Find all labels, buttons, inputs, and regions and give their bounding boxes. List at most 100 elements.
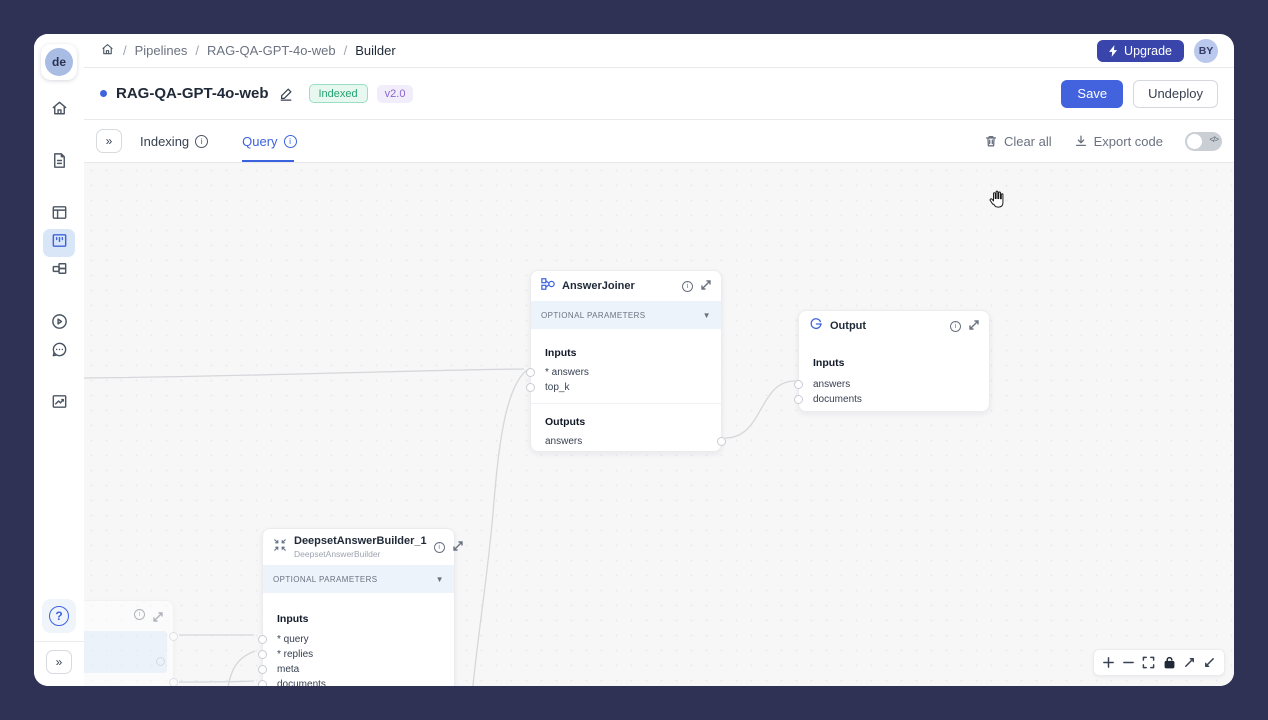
collapse-diagonal-icon xyxy=(1183,656,1196,669)
tab-bar: » Indexing i Query i Clear all Export co… xyxy=(84,120,1234,163)
version-badge[interactable]: v2.0 xyxy=(377,85,414,103)
node-answer-joiner[interactable]: AnswerJoiner i OPTIONAL PARAMETERS ▼ Inp… xyxy=(530,270,722,452)
sidebar-item-blocks[interactable] xyxy=(43,257,75,285)
sidebar-item-chat[interactable] xyxy=(43,338,75,366)
output-row: answers xyxy=(531,434,721,449)
input-label: * query xyxy=(277,634,309,645)
info-icon[interactable]: i xyxy=(950,321,961,332)
output-label: answers xyxy=(545,436,582,447)
sidebar-item-pipelines[interactable] xyxy=(43,229,75,257)
export-code-button[interactable]: Export code xyxy=(1074,134,1163,149)
node-title: Output xyxy=(830,320,866,332)
optional-parameters-bar[interactable] xyxy=(84,631,167,673)
edge xyxy=(472,370,527,686)
save-button[interactable]: Save xyxy=(1061,80,1123,108)
optional-parameters-label: OPTIONAL PARAMETERS xyxy=(541,311,646,320)
input-port[interactable] xyxy=(526,368,535,377)
optional-parameters-toggle[interactable]: OPTIONAL PARAMETERS ▼ xyxy=(531,301,721,329)
undeploy-button[interactable]: Undeploy xyxy=(1133,80,1218,108)
lock-button[interactable] xyxy=(1163,656,1176,669)
expand-node-icon[interactable] xyxy=(969,317,979,335)
minus-icon xyxy=(1122,656,1135,669)
sidebar-item-files[interactable] xyxy=(43,149,75,177)
sidebar-item-home[interactable] xyxy=(43,97,75,125)
breadcrumb-current: Builder xyxy=(355,43,395,58)
info-icon[interactable]: i xyxy=(195,135,208,148)
edge xyxy=(725,381,795,438)
input-port[interactable] xyxy=(258,635,267,644)
edit-title-icon[interactable] xyxy=(279,87,293,101)
output-port[interactable] xyxy=(169,632,178,641)
fit-view-button[interactable] xyxy=(1142,656,1155,669)
answer-joiner-icon xyxy=(541,277,555,296)
inputs-section-label: Inputs xyxy=(263,613,454,625)
upgrade-button[interactable]: Upgrade xyxy=(1097,40,1184,62)
main-area: / Pipelines / RAG-QA-GPT-4o-web / Builde… xyxy=(84,34,1234,686)
breadcrumb-separator: / xyxy=(344,43,348,58)
optional-parameters-toggle[interactable]: OPTIONAL PARAMETERS ▼ xyxy=(263,565,454,593)
output-port[interactable] xyxy=(717,437,726,446)
chevron-down-icon: ▼ xyxy=(436,575,444,584)
sidebar-item-playground[interactable] xyxy=(43,310,75,338)
app-logo[interactable]: de xyxy=(41,44,77,80)
input-row: answers xyxy=(799,377,989,392)
user-avatar[interactable]: BY xyxy=(1194,39,1218,63)
input-label: answers xyxy=(813,379,850,390)
collapse-nodes-button[interactable] xyxy=(1183,656,1196,669)
input-row: meta xyxy=(263,662,454,677)
info-icon[interactable]: i xyxy=(434,542,445,553)
upgrade-label: Upgrade xyxy=(1124,44,1172,58)
info-icon[interactable]: i xyxy=(134,609,145,620)
zoom-out-button[interactable] xyxy=(1122,656,1135,669)
input-port[interactable] xyxy=(258,680,267,686)
help-button[interactable]: ? xyxy=(42,599,76,633)
toggle-knob xyxy=(1187,134,1202,149)
node-title: AnswerJoiner xyxy=(562,280,635,292)
edge xyxy=(179,681,254,682)
input-row: top_k xyxy=(531,380,721,395)
info-icon xyxy=(156,657,165,666)
input-port[interactable] xyxy=(258,665,267,674)
input-port[interactable] xyxy=(258,650,267,659)
node-deepset-answer-builder[interactable]: DeepsetAnswerBuilder_1 DeepsetAnswerBuil… xyxy=(262,528,455,686)
info-icon[interactable]: i xyxy=(682,281,693,292)
input-port[interactable] xyxy=(794,395,803,404)
node-output[interactable]: Output i Inputs answers documents xyxy=(798,310,990,412)
input-port[interactable] xyxy=(526,383,535,392)
output-port[interactable] xyxy=(169,678,178,686)
output-node-icon xyxy=(809,317,823,336)
expand-nodes-button[interactable] xyxy=(1203,656,1216,669)
input-port[interactable] xyxy=(794,380,803,389)
input-label: meta xyxy=(277,664,299,675)
partial-node[interactable]: i xyxy=(84,600,174,686)
play-circle-icon xyxy=(50,312,69,336)
document-icon xyxy=(50,151,69,175)
info-icon[interactable]: i xyxy=(284,135,297,148)
panel-expand-button[interactable]: » xyxy=(96,129,122,153)
pipeline-canvas[interactable]: i AnswerJoiner i xyxy=(84,163,1234,686)
breadcrumb-pipeline-name[interactable]: RAG-QA-GPT-4o-web xyxy=(207,43,336,58)
expand-node-icon[interactable] xyxy=(153,609,163,627)
status-badge: Indexed xyxy=(309,84,368,103)
expand-diagonal-icon xyxy=(1203,656,1216,669)
home-breadcrumb-icon[interactable] xyxy=(100,42,115,60)
expand-node-icon[interactable] xyxy=(453,538,463,556)
breadcrumb-pipelines[interactable]: Pipelines xyxy=(135,43,188,58)
status-dot xyxy=(100,90,107,97)
input-row: documents xyxy=(799,392,989,407)
sidebar-item-layout[interactable] xyxy=(43,201,75,229)
input-row: * replies xyxy=(263,647,454,662)
clear-all-button[interactable]: Clear all xyxy=(984,134,1052,149)
code-view-toggle[interactable]: </> xyxy=(1185,132,1222,151)
clear-all-label: Clear all xyxy=(1004,134,1052,149)
edge xyxy=(84,369,524,378)
expand-node-icon[interactable] xyxy=(701,277,711,295)
sidebar-expand-button[interactable]: » xyxy=(46,650,72,674)
sidebar-item-metrics[interactable] xyxy=(43,390,75,418)
zoom-in-button[interactable] xyxy=(1102,656,1115,669)
plus-icon xyxy=(1102,656,1115,669)
tab-query[interactable]: Query i xyxy=(242,120,296,162)
layout-icon xyxy=(50,203,69,227)
lock-icon xyxy=(1163,656,1176,669)
tab-indexing[interactable]: Indexing i xyxy=(140,120,208,162)
